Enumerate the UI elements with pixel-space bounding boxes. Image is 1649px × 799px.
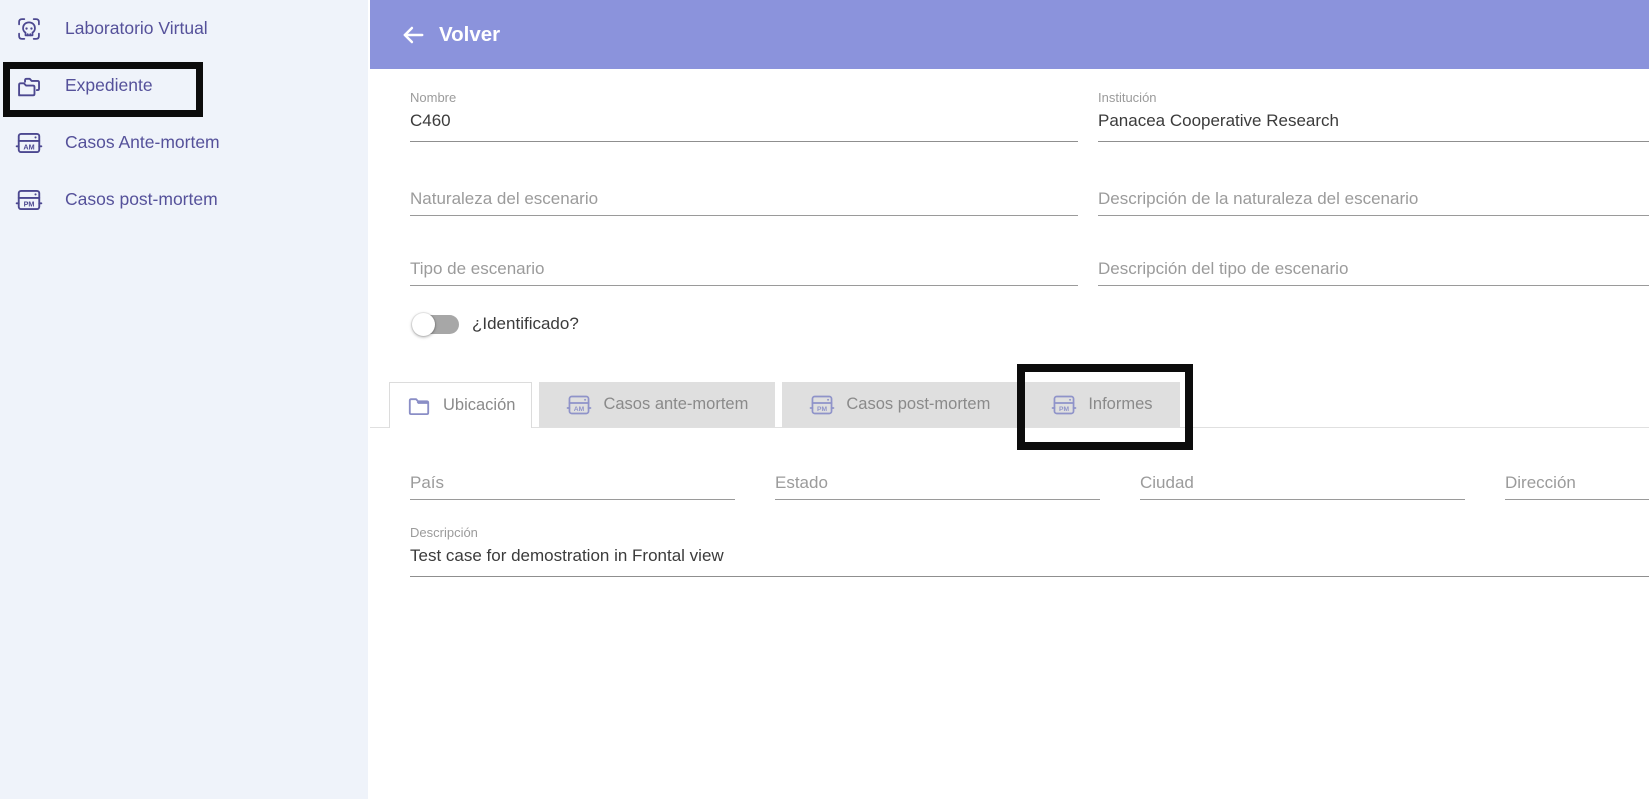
tab-label: Casos ante-mortem bbox=[603, 395, 748, 414]
back-header[interactable]: Volver bbox=[370, 0, 1649, 69]
tab-label: Informes bbox=[1088, 395, 1152, 414]
sidebar: Laboratorio Virtual Expediente AM Casos … bbox=[0, 0, 368, 799]
descripcion-label: Descripción bbox=[410, 525, 1649, 540]
descripcion-field[interactable]: Descripción bbox=[410, 525, 1649, 577]
descripcion-input[interactable] bbox=[410, 545, 1649, 567]
pm-archive-icon: PM bbox=[1051, 392, 1077, 418]
svg-text:AM: AM bbox=[23, 142, 34, 151]
main-panel: Volver Nombre Institución bbox=[368, 0, 1649, 799]
am-archive-icon: AM bbox=[15, 129, 43, 157]
tipo-descripcion-input[interactable] bbox=[1098, 258, 1649, 280]
sidebar-item-label: Expediente bbox=[65, 75, 153, 96]
location-row bbox=[410, 472, 1649, 500]
ciudad-field[interactable] bbox=[1140, 472, 1465, 500]
tab-informes[interactable]: PM Informes bbox=[1024, 382, 1179, 427]
tab-casos-ante-mortem[interactable]: AM Casos ante-mortem bbox=[539, 382, 775, 427]
pm-archive-icon: PM bbox=[15, 186, 43, 214]
am-archive-icon: AM bbox=[566, 392, 592, 418]
direccion-field[interactable] bbox=[1505, 472, 1649, 500]
tipo-descripcion-field[interactable] bbox=[1098, 258, 1649, 286]
tab-bar: Ubicación AM Casos ante-mortem PM Casos … bbox=[370, 382, 1649, 428]
pais-input[interactable] bbox=[410, 472, 735, 494]
skull-scan-icon bbox=[15, 15, 43, 43]
institucion-field[interactable]: Institución bbox=[1098, 90, 1649, 142]
naturaleza-descripcion-field[interactable] bbox=[1098, 188, 1649, 216]
svg-text:PM: PM bbox=[24, 199, 35, 208]
institucion-label: Institución bbox=[1098, 90, 1649, 105]
ciudad-input[interactable] bbox=[1140, 472, 1465, 494]
pais-field[interactable] bbox=[410, 472, 735, 500]
descripcion-row: Descripción bbox=[410, 525, 1649, 577]
sidebar-item-casos-ante-mortem[interactable]: AM Casos Ante-mortem bbox=[0, 114, 368, 171]
institucion-input[interactable] bbox=[1098, 110, 1649, 132]
tipo-input[interactable] bbox=[410, 258, 1078, 280]
identificado-row: ¿Identificado? bbox=[412, 312, 1649, 336]
nombre-field[interactable]: Nombre bbox=[410, 90, 1078, 142]
arrow-left-icon[interactable] bbox=[400, 22, 426, 48]
sidebar-item-expediente[interactable]: Expediente bbox=[0, 57, 368, 114]
identificado-label: ¿Identificado? bbox=[472, 314, 579, 334]
tab-casos-post-mortem[interactable]: PM Casos post-mortem bbox=[782, 382, 1017, 427]
naturaleza-field[interactable] bbox=[410, 188, 1078, 216]
estado-field[interactable] bbox=[775, 472, 1100, 500]
folders-icon bbox=[15, 72, 43, 100]
sidebar-item-laboratorio-virtual[interactable]: Laboratorio Virtual bbox=[0, 0, 368, 57]
tab-ubicacion[interactable]: Ubicación bbox=[389, 382, 532, 428]
tab-label: Casos post-mortem bbox=[846, 395, 990, 414]
sidebar-item-label: Casos Ante-mortem bbox=[65, 132, 220, 153]
sidebar-item-label: Casos post-mortem bbox=[65, 189, 218, 210]
form-row-2 bbox=[410, 188, 1649, 216]
naturaleza-input[interactable] bbox=[410, 188, 1078, 210]
tab-informes-wrapper: PM Informes bbox=[1024, 382, 1179, 427]
svg-text:PM: PM bbox=[1059, 405, 1069, 412]
back-label[interactable]: Volver bbox=[439, 23, 500, 47]
folder-icon bbox=[406, 393, 432, 419]
pm-archive-icon: PM bbox=[809, 392, 835, 418]
estado-input[interactable] bbox=[775, 472, 1100, 494]
naturaleza-descripcion-input[interactable] bbox=[1098, 188, 1649, 210]
direccion-input[interactable] bbox=[1505, 472, 1649, 494]
svg-text:PM: PM bbox=[817, 405, 827, 412]
nombre-label: Nombre bbox=[410, 90, 1078, 105]
sidebar-item-casos-post-mortem[interactable]: PM Casos post-mortem bbox=[0, 171, 368, 228]
tipo-field[interactable] bbox=[410, 258, 1078, 286]
svg-text:AM: AM bbox=[574, 405, 585, 412]
sidebar-item-label: Laboratorio Virtual bbox=[65, 18, 208, 39]
nombre-input[interactable] bbox=[410, 110, 1078, 132]
tab-label: Ubicación bbox=[443, 396, 515, 415]
identificado-toggle[interactable] bbox=[412, 313, 459, 336]
toggle-thumb bbox=[412, 313, 435, 336]
app-root: Laboratorio Virtual Expediente AM Casos … bbox=[0, 0, 1649, 799]
form-row-3 bbox=[410, 258, 1649, 286]
form-row-1: Nombre Institución bbox=[410, 90, 1649, 142]
